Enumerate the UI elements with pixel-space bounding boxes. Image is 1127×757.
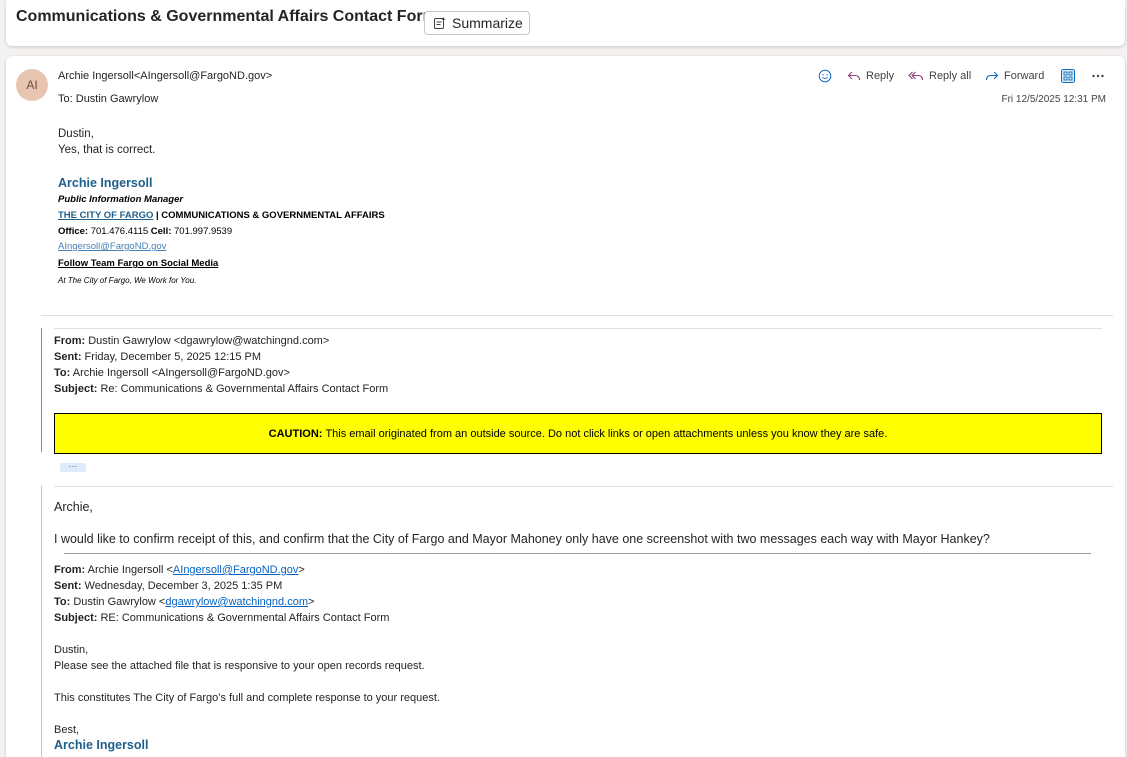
email-link[interactable]: dgawrylow@watchingnd.com [165,596,308,608]
caution-banner: CAUTION: This email originated from an ou… [54,413,1102,454]
quoted-body-line: Dustin, [54,644,89,656]
quoted-body-line: Please see the attached file that is res… [54,660,425,672]
reply-greeting: Archie, [54,500,93,514]
signature-phone: Office: 701.476.4115 Cell: 701.997.9539 [58,226,233,237]
avatar[interactable]: AI [16,69,48,101]
summarize-button[interactable]: Summarize [424,11,530,35]
quoted-subject: Subject: Re: Communications & Government… [54,383,389,395]
reply-label: Reply [866,70,895,82]
show-trimmed-content-button[interactable]: ··· [60,462,86,472]
quoted-to: To: Dustin Gawrylow <dgawrylow@watchingn… [54,596,315,608]
sender[interactable]: Archie Ingersoll<AIngersoll@FargoND.gov> [58,70,272,82]
quoted-body-line: This constitutes The City of Fargo’s ful… [54,692,441,704]
signature-email-link[interactable]: AIngersoll@FargoND.gov [58,241,166,252]
quote-bar [41,328,42,452]
more-icon [1092,74,1104,78]
quoted-sent: Sent: Friday, December 5, 2025 12:15 PM [54,351,262,363]
apps-grid-icon [1061,69,1075,83]
quoted-subject: Subject: RE: Communications & Government… [54,612,390,624]
reply-icon [847,71,861,81]
social-media-link[interactable]: Follow Team Fargo on Social Media [58,258,218,269]
body-greeting: Dustin, [58,128,94,140]
signature-name: Archie Ingersoll [58,176,153,190]
signature-title: Public Information Manager [58,194,184,205]
divider [64,553,1091,554]
reply-all-button[interactable]: Reply all [908,67,971,85]
forward-label: Forward [1004,70,1045,82]
divider [41,315,1113,316]
quoted-body-line: Best, [54,724,80,736]
forward-icon [985,71,999,81]
email-link[interactable]: AIngersoll@FargoND.gov [173,564,299,576]
recipient-line: To: Dustin Gawrylow [58,93,158,105]
reply-body: I would like to confirm receipt of this,… [54,532,990,546]
quoted-from: From: Dustin Gawrylow <dgawrylow@watchin… [54,335,330,347]
quote-bar [41,486,42,757]
apps-button[interactable] [1061,67,1075,85]
message-pane: AI Archie Ingersoll<AIngersoll@FargoND.g… [6,56,1125,757]
smiley-icon [818,69,832,83]
city-of-fargo-link[interactable]: THE CITY OF FARGO [58,210,153,221]
divider [54,328,1102,329]
quoted-to: To: Archie Ingersoll <AIngersoll@FargoND… [54,367,290,379]
forward-button[interactable]: Forward [985,67,1044,85]
email-subject: Communications & Governmental Affairs Co… [16,8,437,25]
recipient[interactable]: Dustin Gawrylow [76,93,159,105]
to-label: To: [58,93,73,105]
summarize-label: Summarize [452,15,523,31]
signature-organization: THE CITY OF FARGO | COMMUNICATIONS & GOV… [58,210,385,221]
signature-tagline: At The City of Fargo, We Work for You. [58,276,197,285]
emoji-reaction-button[interactable] [818,67,832,85]
quoted-from: From: Archie Ingersoll <AIngersoll@Fargo… [54,564,305,576]
summarize-icon [434,17,446,29]
reply-button[interactable]: Reply [847,67,894,85]
message-datetime: Fri 12/5/2025 12:31 PM [1001,94,1106,105]
signature-name: Archie Ingersoll [54,738,149,752]
body-line: Yes, that is correct. [58,144,156,156]
more-actions-button[interactable] [1091,67,1105,85]
reply-all-label: Reply all [929,70,972,82]
subject-header: Communications & Governmental Affairs Co… [6,0,1125,46]
quoted-sent: Sent: Wednesday, December 3, 2025 1:35 P… [54,580,283,592]
department: COMMUNICATIONS & GOVERNMENTAL AFFAIRS [161,210,385,221]
divider [54,486,1113,487]
reply-all-icon [908,71,924,81]
